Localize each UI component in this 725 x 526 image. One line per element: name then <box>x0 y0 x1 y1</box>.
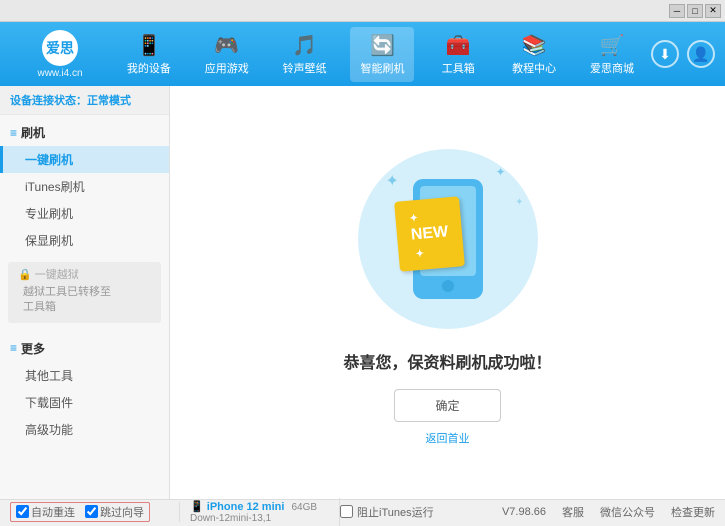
nav-tutorials-label: 教程中心 <box>512 60 556 76</box>
version-text: V7.98.66 <box>502 506 546 518</box>
skip-wizard-checkbox[interactable] <box>85 505 98 518</box>
sidebar-one-click-flash[interactable]: 一键刷机 <box>0 146 169 173</box>
sidebar-itunes-flash[interactable]: iTunes刷机 <box>0 173 169 200</box>
nav-store-label: 爱思商城 <box>590 60 634 76</box>
connection-status: 设备连接状态：正常模式 <box>0 86 169 115</box>
more-section-header: ≡ 更多 <box>0 335 169 362</box>
sidebar-pro-flash[interactable]: 专业刷机 <box>0 200 169 227</box>
jailbreak-note: 越狱工具已转移至 工具箱 <box>18 282 151 319</box>
nav-toolbox[interactable]: 🧰 工具箱 <box>428 27 488 82</box>
nav-store[interactable]: 🛒 爱思商城 <box>580 27 644 82</box>
nav-my-device[interactable]: 📱 我的设备 <box>117 27 181 82</box>
wechat-link[interactable]: 微信公众号 <box>600 504 655 520</box>
auto-reconnect-checkbox[interactable] <box>16 505 29 518</box>
title-bar: ─ □ ✕ <box>0 0 725 22</box>
more-header-icon: ≡ <box>10 341 17 355</box>
jailbreak-section: 🔒 一键越狱 越狱工具已转移至 工具箱 <box>8 262 161 323</box>
nav-items: 📱 我的设备 🎮 应用游戏 🎵 铃声壁纸 🔄 智能刷机 🧰 工具箱 📚 教程中心… <box>110 27 651 82</box>
phone-container: NEW <box>413 179 483 299</box>
status-value: 正常模式 <box>87 95 131 107</box>
device-name: iPhone 12 mini <box>207 501 285 513</box>
nav-smart-flash-label: 智能刷机 <box>360 60 404 76</box>
device-model: Down-12mini-13,1 <box>190 513 329 524</box>
more-section: ≡ 更多 其他工具 下载固件 高级功能 <box>0 327 169 447</box>
sparkle-3: ✦ <box>515 197 523 208</box>
profile-button[interactable]: 👤 <box>687 40 715 68</box>
top-nav: 爱思 www.i4.cn 📱 我的设备 🎮 应用游戏 🎵 铃声壁纸 🔄 智能刷机… <box>0 22 725 86</box>
minimize-button[interactable]: ─ <box>669 4 685 18</box>
sidebar-advanced[interactable]: 高级功能 <box>0 416 169 443</box>
flash-section-header: ≡ 刷机 <box>0 119 169 146</box>
logo-area: 爱思 www.i4.cn <box>10 30 110 79</box>
main-panel: ✦ ✦ ✦ NEW 恭喜您，保资料刷机成功啦！ 确定 返回首业 <box>170 86 725 499</box>
phone-home-btn <box>442 280 454 292</box>
download-button[interactable]: ⬇ <box>651 40 679 68</box>
skip-wizard-item: 跳过向导 <box>85 504 144 520</box>
sidebar-other-tools[interactable]: 其他工具 <box>0 362 169 389</box>
bottom-right: V7.98.66 客服 微信公众号 检查更新 <box>502 504 715 520</box>
new-badge: NEW <box>394 196 465 271</box>
sidebar: 设备连接状态：正常模式 ≡ 刷机 一键刷机 iTunes刷机 专业刷机 保显刷机… <box>0 86 170 499</box>
status-label: 设备连接状态： <box>10 95 87 107</box>
flash-section-label: 刷机 <box>21 124 45 141</box>
nav-app-games[interactable]: 🎮 应用游戏 <box>195 27 259 82</box>
success-message: 恭喜您，保资料刷机成功啦！ <box>343 349 551 373</box>
sidebar-download-firmware[interactable]: 下载固件 <box>0 389 169 416</box>
toolbox-icon: 🧰 <box>446 33 471 58</box>
app-games-icon: 🎮 <box>214 33 239 58</box>
device-icon: 📱 <box>190 501 207 513</box>
window-controls: ─ □ ✕ <box>669 4 721 18</box>
nav-tutorials[interactable]: 📚 教程中心 <box>502 27 566 82</box>
logo-url: www.i4.cn <box>37 68 82 79</box>
nav-smart-flash[interactable]: 🔄 智能刷机 <box>350 27 414 82</box>
circle-background: ✦ ✦ ✦ NEW <box>358 149 538 329</box>
device-info: 📱 iPhone 12 mini 64GB Down-12mini-13,1 <box>180 498 340 526</box>
flash-header-icon: ≡ <box>10 126 17 140</box>
support-link[interactable]: 客服 <box>562 504 584 520</box>
logo-text: 爱思 <box>46 38 74 58</box>
jailbreak-label: 🔒 一键越狱 <box>18 266 151 282</box>
checkbox-group: 自动重连 跳过向导 <box>10 502 150 522</box>
store-icon: 🛒 <box>600 33 625 58</box>
skip-wizard-label: 跳过向导 <box>100 504 144 520</box>
nav-my-device-label: 我的设备 <box>127 60 171 76</box>
ringtones-icon: 🎵 <box>292 33 317 58</box>
nav-ringtones[interactable]: 🎵 铃声壁纸 <box>273 27 337 82</box>
logo-icon: 爱思 <box>42 30 78 66</box>
itunes-stop-area: 阻止iTunes运行 <box>340 504 434 520</box>
restore-button[interactable]: □ <box>687 4 703 18</box>
itunes-stop-label: 阻止iTunes运行 <box>357 504 434 520</box>
tutorials-icon: 📚 <box>522 33 547 58</box>
nav-toolbox-label: 工具箱 <box>442 60 475 76</box>
bottom-left-section: 自动重连 跳过向导 <box>10 502 180 522</box>
my-device-icon: 📱 <box>136 33 161 58</box>
flash-section: ≡ 刷机 一键刷机 iTunes刷机 专业刷机 保显刷机 <box>0 115 169 258</box>
device-storage: 64GB <box>291 502 317 513</box>
sparkle-1: ✦ <box>386 171 399 191</box>
sparkle-2: ✦ <box>495 165 505 179</box>
nav-right-buttons: ⬇ 👤 <box>651 40 715 68</box>
success-illustration: ✦ ✦ ✦ NEW <box>348 139 548 339</box>
confirm-button[interactable]: 确定 <box>394 389 500 422</box>
sidebar-save-flash[interactable]: 保显刷机 <box>0 227 169 254</box>
bottom-bar: 自动重连 跳过向导 📱 iPhone 12 mini 64GB Down-12m… <box>0 499 725 523</box>
update-link[interactable]: 检查更新 <box>671 504 715 520</box>
nav-ringtones-label: 铃声壁纸 <box>283 60 327 76</box>
auto-reconnect-label: 自动重连 <box>31 504 75 520</box>
itunes-stop-checkbox[interactable] <box>340 505 353 518</box>
main-area: 设备连接状态：正常模式 ≡ 刷机 一键刷机 iTunes刷机 专业刷机 保显刷机… <box>0 86 725 499</box>
back-link[interactable]: 返回首业 <box>426 430 470 446</box>
close-button[interactable]: ✕ <box>705 4 721 18</box>
nav-app-games-label: 应用游戏 <box>205 60 249 76</box>
smart-flash-icon: 🔄 <box>370 33 395 58</box>
auto-reconnect-item: 自动重连 <box>16 504 75 520</box>
